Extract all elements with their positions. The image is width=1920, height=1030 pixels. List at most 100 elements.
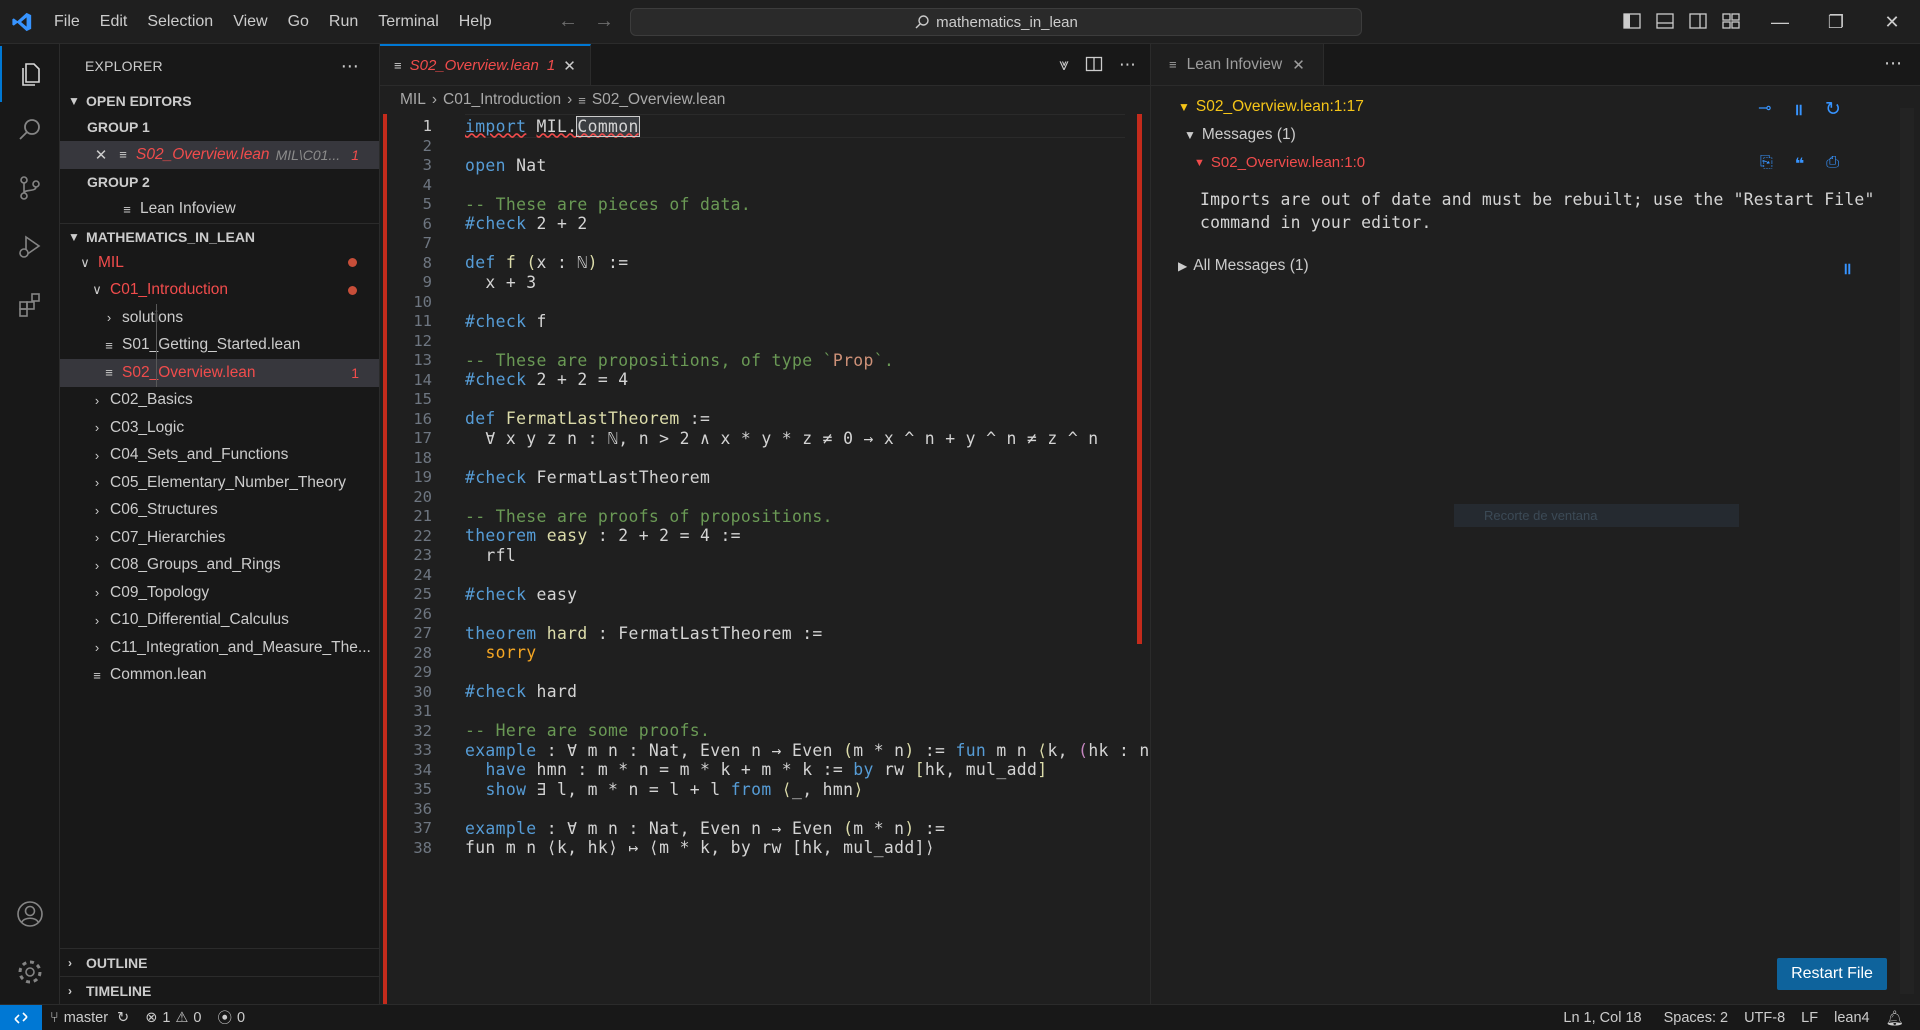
file-lines-icon: ≡ xyxy=(394,58,402,73)
quote-icon[interactable]: ❝ xyxy=(1795,154,1804,174)
breadcrumb-item[interactable]: S02_Overview.lean xyxy=(592,91,726,109)
end-of-line[interactable]: LF xyxy=(1793,1010,1826,1026)
line-number: 2 xyxy=(422,136,432,155)
forward-arrow-icon[interactable]: → xyxy=(594,10,614,33)
extensions-icon[interactable] xyxy=(0,276,60,332)
breadcrumb-item[interactable]: MIL xyxy=(400,91,426,109)
more-actions-icon[interactable]: ⋯ xyxy=(341,56,359,77)
line-number: 21 xyxy=(413,507,432,525)
close-icon[interactable]: ✕ xyxy=(92,146,110,164)
go-to-file-icon[interactable]: ⎘ xyxy=(1760,154,1773,174)
folder-solutions[interactable]: › solutions xyxy=(60,304,379,332)
code-editor[interactable]: 1 import MIL.Common 2 3 open Nat 4 5 -- The… xyxy=(380,114,1150,1004)
folder-c03-logic[interactable]: › C03_Logic xyxy=(60,414,379,442)
line-number: 13 xyxy=(413,351,432,369)
tab-lean-infoview[interactable]: ≡ Lean Infoview ✕ xyxy=(1151,44,1324,85)
all-messages-header[interactable]: ▶ All Messages (1) xyxy=(1178,257,1309,275)
infoview-scrollbar[interactable] xyxy=(1900,108,1914,994)
explorer-icon[interactable] xyxy=(0,46,60,102)
infoview-toggle-icon[interactable]: ⩔ xyxy=(1059,55,1069,78)
language-mode[interactable]: lean4 xyxy=(1826,1010,1877,1026)
timeline-section[interactable]: › TIMELINE xyxy=(60,976,379,1004)
restart-file-button[interactable]: Restart File xyxy=(1777,958,1887,990)
infoview-tab-bar: ≡ Lean Infoview ✕ ⋯ xyxy=(1151,44,1920,86)
folder-c01-introduction[interactable]: ∨ C01_Introduction xyxy=(60,277,379,305)
folder-c09-topology[interactable]: › C09_Topology xyxy=(60,579,379,607)
run-debug-icon[interactable] xyxy=(0,218,60,274)
tab-s02-overview[interactable]: ≡ S02_Overview.lean 1 ✕ xyxy=(380,44,591,85)
file-s01-getting-started[interactable]: ≡ S01_Getting_Started.lean xyxy=(60,331,379,359)
folder-mil[interactable]: ∨ MIL xyxy=(60,249,379,277)
line-number: 37 xyxy=(413,819,432,837)
broadcast-icon: ⦿ xyxy=(217,1011,233,1027)
menu-edit[interactable]: Edit xyxy=(90,0,138,44)
modified-dot xyxy=(348,258,357,268)
folder-c04-sets-and-functions[interactable]: › C04_Sets_and_Functions xyxy=(60,442,379,470)
pause-icon[interactable]: ॥ xyxy=(1793,98,1803,121)
chevron-right-icon: › xyxy=(94,502,100,518)
pause-icon[interactable]: ॥ xyxy=(1842,257,1852,279)
split-editor-icon[interactable] xyxy=(1085,55,1103,78)
toggle-panel-icon[interactable] xyxy=(1655,11,1675,31)
more-actions-icon[interactable]: ⋯ xyxy=(1884,53,1902,74)
problems-indicator[interactable]: ⊗ 1 ⚠ 0 xyxy=(137,1010,209,1026)
menu-terminal[interactable]: Terminal xyxy=(368,0,448,44)
menu-selection[interactable]: Selection xyxy=(137,0,223,44)
chevron-down-icon: ▼ xyxy=(68,229,80,244)
pin-icon[interactable]: ⊸ xyxy=(1758,98,1771,121)
workspace-section[interactable]: ▼ MATHEMATICS_IN_LEAN xyxy=(60,223,379,249)
menu-help[interactable]: Help xyxy=(449,0,502,44)
file-common-lean[interactable]: ≡ Common.lean xyxy=(60,662,379,690)
minimize-icon[interactable]: — xyxy=(1752,0,1808,44)
folder-c08-groups-and-rings[interactable]: › C08_Groups_and_Rings xyxy=(60,552,379,580)
folder-c02-basics[interactable]: › C02_Basics xyxy=(60,387,379,415)
folder-c06-structures[interactable]: › C06_Structures xyxy=(60,497,379,525)
open-editor-lean-infoview[interactable]: ≡ Lean Infoview xyxy=(60,196,379,224)
git-branch[interactable]: ⑂ master ↻ xyxy=(42,1010,137,1026)
chevron-right-icon: › xyxy=(94,612,100,628)
encoding[interactable]: UTF-8 xyxy=(1736,1010,1793,1026)
refresh-icon[interactable]: ↻ xyxy=(1825,98,1841,121)
folder-c05-elementary-number-theory[interactable]: › C05_Elementary_Number_Theory xyxy=(60,469,379,497)
infoview-location-header[interactable]: ▼ S02_Overview.lean:1:17 xyxy=(1178,98,1364,116)
cursor-position[interactable]: Ln 1, Col 18 xyxy=(1555,1010,1649,1026)
folder-c11-integration-and-measure[interactable]: › C11_Integration_and_Measure_The... xyxy=(60,634,379,662)
menu-go[interactable]: Go xyxy=(278,0,319,44)
ports-indicator[interactable]: ⦿ 0 xyxy=(210,1007,254,1028)
chevron-down-icon: ∨ xyxy=(92,282,102,298)
menu-file[interactable]: File xyxy=(44,0,90,44)
toggle-primary-sidebar-icon[interactable] xyxy=(1622,11,1642,31)
settings-gear-icon[interactable] xyxy=(0,944,60,1000)
customize-layout-icon[interactable] xyxy=(1721,11,1741,31)
messages-header[interactable]: ▼ Messages (1) xyxy=(1184,126,1296,144)
close-icon[interactable]: ✕ xyxy=(563,57,576,75)
outline-section[interactable]: › OUTLINE xyxy=(60,948,379,976)
close-window-icon[interactable]: ✕ xyxy=(1864,0,1920,44)
folder-c07-hierarchies[interactable]: › C07_Hierarchies xyxy=(60,524,379,552)
remote-indicator-icon[interactable] xyxy=(0,1004,42,1030)
notifications-bell-icon[interactable]: 🔔︎ xyxy=(1878,1010,1912,1027)
breadcrumb-item[interactable]: C01_Introduction xyxy=(443,91,561,109)
copy-to-comment-icon[interactable]: ⎙ xyxy=(1826,154,1839,174)
restore-icon[interactable]: ❐ xyxy=(1808,0,1864,44)
menu-view[interactable]: View xyxy=(223,0,277,44)
indentation[interactable]: Spaces: 2 xyxy=(1656,1010,1737,1026)
open-editors-section[interactable]: ▼ OPEN EDITORS xyxy=(60,88,379,114)
source-control-icon[interactable] xyxy=(0,160,60,216)
close-icon[interactable]: ✕ xyxy=(1292,56,1305,74)
file-lines-icon: ≡ xyxy=(119,147,127,163)
file-s02-overview[interactable]: ≡ S02_Overview.lean 1 xyxy=(60,359,379,387)
command-center[interactable]: mathematics_in_lean xyxy=(630,8,1362,36)
folder-c10-differential-calculus[interactable]: › C10_Differential_Calculus xyxy=(60,607,379,635)
open-editor-s02-overview[interactable]: ✕ ≡ S02_Overview.lean MIL\C01... 1 xyxy=(60,141,379,169)
more-actions-icon[interactable]: ⋯ xyxy=(1119,55,1136,78)
editor-tab-bar: ≡ S02_Overview.lean 1 ✕ ⩔ ⋯ xyxy=(380,44,1150,86)
toggle-secondary-sidebar-icon[interactable] xyxy=(1688,11,1708,31)
sync-icon[interactable]: ↻ xyxy=(117,1010,129,1026)
message-line: command in your editor. xyxy=(1200,213,1432,232)
search-icon[interactable] xyxy=(0,102,60,158)
account-icon[interactable] xyxy=(0,886,60,942)
back-arrow-icon[interactable]: ← xyxy=(558,10,578,33)
message-location-header[interactable]: ▼ S02_Overview.lean:1:0 xyxy=(1194,154,1365,171)
menu-run[interactable]: Run xyxy=(319,0,368,44)
